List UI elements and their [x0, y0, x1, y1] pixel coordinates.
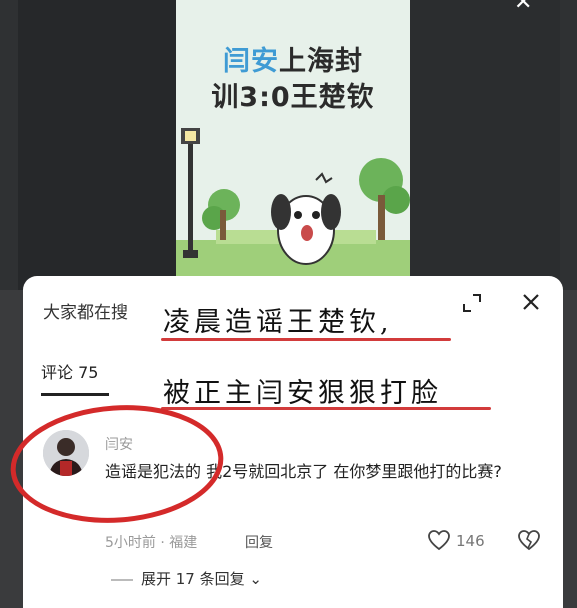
tab-comments[interactable]: 评论 75: [41, 359, 98, 383]
expand-icon[interactable]: [459, 290, 485, 316]
video-frame: 闫安上海封 训3:0王楚钦: [176, 0, 410, 290]
overlay-caption-line1: 凌晨造谣王楚钦,: [163, 307, 393, 338]
expand-replies-button[interactable]: 展开 17 条回复 ⌄: [105, 568, 262, 589]
heart-icon[interactable]: [427, 529, 451, 551]
cartoon-scene-illustration: [176, 128, 410, 290]
chevron-down-icon: ⌄: [249, 570, 262, 588]
expand-replies-label: 展开 17 条回复: [141, 570, 245, 588]
tab-comments-indicator: [41, 393, 109, 396]
comment-time-location: 5小时前 · 福建: [105, 535, 198, 551]
video-blur-left: [18, 0, 176, 290]
close-icon[interactable]: [517, 288, 545, 316]
video-close-icon[interactable]: ✕: [514, 0, 532, 15]
video-player[interactable]: 闫安上海封 训3:0王楚钦 ✕: [0, 0, 577, 290]
overlay-underline-1: [161, 338, 451, 341]
like-count: 146: [456, 532, 485, 550]
video-blur-right: [410, 0, 560, 290]
broken-heart-icon[interactable]: [517, 529, 541, 551]
reply-button[interactable]: 回复: [245, 532, 273, 552]
red-ellipse-annotation: [10, 405, 224, 523]
trending-search-label[interactable]: 大家都在搜: [43, 298, 128, 323]
